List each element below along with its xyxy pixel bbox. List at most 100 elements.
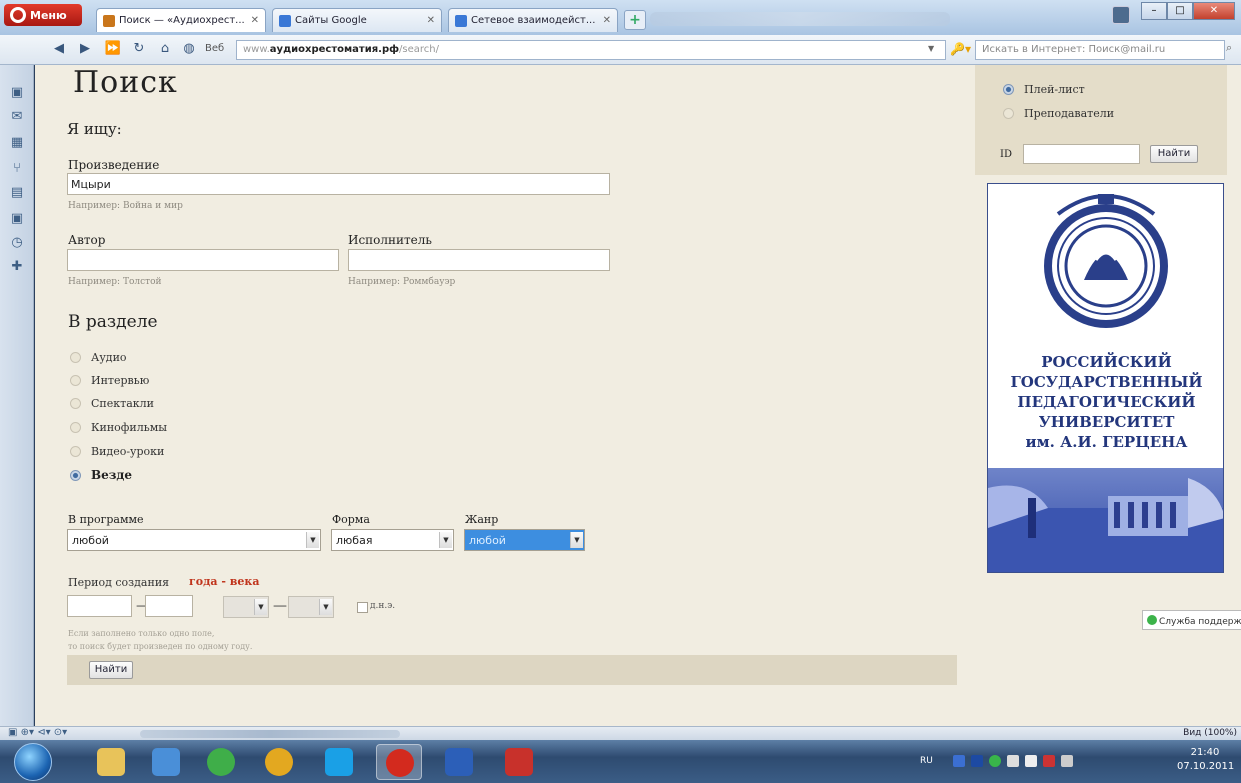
radio-label: Кинофильмы: [91, 420, 168, 434]
taskbar-mail-agent[interactable]: [198, 744, 244, 780]
search-engine-icon[interactable]: 🔑▾: [950, 42, 972, 58]
panel-icon[interactable]: ▦: [8, 135, 26, 151]
tab-google-sites[interactable]: Сайты Google ✕: [272, 8, 442, 32]
search-input[interactable]: Искать в Интернет: Поиск@mail.ru: [975, 40, 1225, 60]
century-from-select[interactable]: ▼: [223, 596, 269, 618]
performer-input[interactable]: [348, 249, 610, 271]
performer-hint: Например: Роммбауэр: [348, 277, 456, 287]
taskbar-paint[interactable]: [496, 744, 542, 780]
radio-button-selected[interactable]: [70, 469, 81, 481]
close-button[interactable]: ✕: [1193, 2, 1235, 20]
id-input[interactable]: [1023, 144, 1140, 164]
tab-close-icon[interactable]: ✕: [603, 15, 611, 26]
option-teachers[interactable]: Преподаватели: [1003, 103, 1114, 123]
search-icon[interactable]: ⌕: [1226, 41, 1240, 59]
window-tray-icon[interactable]: [1112, 6, 1130, 24]
tray-agent-icon[interactable]: [989, 755, 1001, 767]
university-name-line: ПЕДАГОГИЧЕСКИЙ: [1017, 393, 1196, 411]
form-select[interactable]: любая ▼: [331, 529, 454, 551]
mail-icon[interactable]: ✉: [8, 109, 26, 125]
author-label: Автор: [68, 233, 106, 247]
back-icon[interactable]: ◀: [50, 40, 68, 58]
maximize-button[interactable]: □: [1167, 2, 1193, 20]
share-icon[interactable]: ⑂: [8, 161, 26, 177]
fast-forward-icon[interactable]: ⏩: [104, 40, 122, 58]
section-option-video-lessons[interactable]: Видео-уроки: [70, 441, 164, 461]
tab-close-icon[interactable]: ✕: [427, 15, 435, 26]
search-submit-button[interactable]: Найти: [89, 661, 133, 679]
reload-icon[interactable]: ↻: [130, 40, 148, 58]
period-mode-link[interactable]: года - века: [189, 575, 259, 588]
add-icon[interactable]: ✚: [8, 259, 26, 275]
tray-antivirus-icon[interactable]: [1043, 755, 1055, 767]
form-value: любая: [336, 534, 373, 547]
genre-select[interactable]: любой ▼: [464, 529, 585, 551]
clock[interactable]: 21:40 07.10.2011: [1177, 746, 1235, 774]
tab-search[interactable]: Поиск — «Аудиохрест... ✕: [96, 8, 266, 32]
taskbar-media-player[interactable]: [143, 744, 189, 780]
author-input[interactable]: [67, 249, 339, 271]
work-label: Произведение: [68, 158, 160, 172]
opera-logo-icon: [10, 7, 26, 23]
tray-network-icon[interactable]: [953, 755, 965, 767]
support-widget[interactable]: Служба поддерж: [1142, 610, 1241, 630]
new-tab-button[interactable]: +: [624, 10, 646, 30]
option-playlist[interactable]: Плей-лист: [1003, 79, 1085, 99]
clock-date: 07.10.2011: [1177, 761, 1235, 772]
radio-button[interactable]: [70, 397, 81, 409]
status-blur: [140, 730, 400, 738]
section-heading: В разделе: [68, 312, 158, 332]
century-to-select[interactable]: ▼: [288, 596, 334, 618]
address-dropdown-icon[interactable]: ▼: [928, 44, 934, 53]
tab-network[interactable]: Сетевое взаимодейст... ✕: [448, 8, 618, 32]
tab-close-icon[interactable]: ✕: [251, 15, 259, 26]
taskbar-skype[interactable]: [316, 744, 362, 780]
taskbar-word[interactable]: [436, 744, 482, 780]
section-option-audio[interactable]: Аудио: [70, 347, 127, 367]
university-banner[interactable]: РОССИЙСКИЙ ГОСУДАРСТВЕННЫЙ ПЕДАГОГИЧЕСКИ…: [987, 183, 1224, 573]
opera-menu-button[interactable]: Меню: [4, 4, 82, 26]
notes-icon[interactable]: ▤: [8, 185, 26, 201]
start-button[interactable]: [14, 743, 52, 781]
tab-favicon-icon: [103, 14, 115, 27]
section-option-films[interactable]: Кинофильмы: [70, 417, 167, 437]
radio-button[interactable]: [70, 421, 81, 433]
windows-taskbar: RU 21:40 07.10.2011: [0, 740, 1241, 783]
bookmark-icon[interactable]: ▣: [8, 85, 26, 101]
program-select[interactable]: любой ▼: [67, 529, 321, 551]
language-indicator[interactable]: RU: [920, 756, 933, 766]
tray-bluetooth-icon[interactable]: [971, 755, 983, 767]
zoom-level[interactable]: Вид (100%): [1183, 728, 1237, 738]
minimize-button[interactable]: –: [1141, 2, 1167, 20]
web-badge: Веб: [205, 43, 225, 54]
work-input[interactable]: Мцыри: [67, 173, 610, 195]
section-option-everywhere[interactable]: Везде: [70, 465, 132, 485]
radio-button[interactable]: [70, 351, 81, 363]
radio-button-selected[interactable]: [1003, 83, 1014, 95]
forward-icon[interactable]: ▶: [76, 40, 94, 58]
radio-button[interactable]: [1003, 107, 1014, 119]
home-icon[interactable]: ⌂: [156, 40, 174, 58]
period-note: Если заполнено только одно поле, то поис…: [68, 627, 252, 653]
status-icons[interactable]: ▣ ⊕▾ ⊲▾ ⊙▾: [8, 727, 67, 738]
bc-checkbox[interactable]: [357, 602, 368, 613]
taskbar-opera[interactable]: [376, 744, 422, 780]
year-from-input[interactable]: [67, 595, 132, 617]
year-to-input[interactable]: [145, 595, 193, 617]
taskbar-explorer[interactable]: [88, 744, 134, 780]
address-bar[interactable]: www.аудиохрестоматия.рф/search/: [236, 40, 946, 60]
radio-button[interactable]: [70, 445, 81, 457]
address-domain: аудиохрестоматия.рф: [269, 44, 400, 55]
id-find-button[interactable]: Найти: [1150, 145, 1198, 163]
taskbar-chrome[interactable]: [256, 744, 302, 780]
tray-volume-icon[interactable]: [1061, 755, 1073, 767]
history-icon[interactable]: ◷: [8, 235, 26, 251]
download-icon[interactable]: ▣: [8, 211, 26, 227]
section-option-plays[interactable]: Спектакли: [70, 393, 154, 413]
skype-icon: [325, 748, 353, 776]
submit-bar: Найти: [67, 655, 957, 685]
radio-button[interactable]: [70, 374, 81, 386]
tray-flag-icon[interactable]: [1007, 755, 1019, 767]
tray-wifi-icon[interactable]: [1025, 755, 1037, 767]
section-option-interview[interactable]: Интервью: [70, 370, 149, 390]
